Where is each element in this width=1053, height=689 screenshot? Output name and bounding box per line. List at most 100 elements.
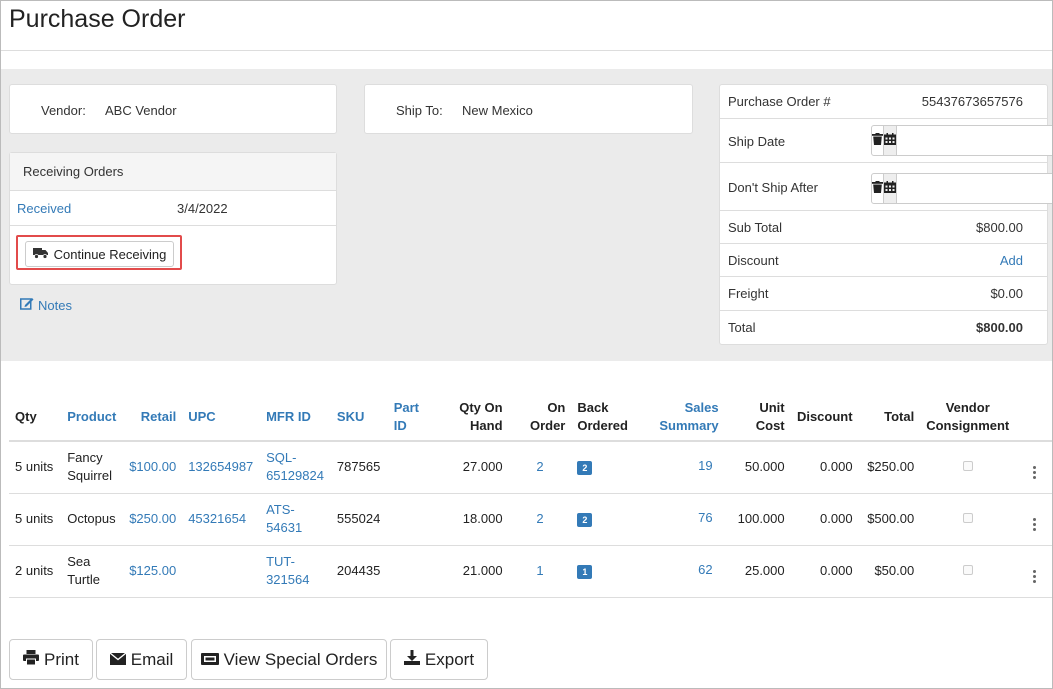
col-qty-on-hand: Qty On Hand bbox=[425, 393, 509, 442]
view-special-orders-label: View Special Orders bbox=[223, 649, 378, 669]
po-number-label: Purchase Order # bbox=[728, 94, 831, 109]
dont-ship-after-group bbox=[871, 173, 1052, 204]
cell-sku: 555024 bbox=[330, 493, 388, 546]
po-number-value: 55437673657576 bbox=[921, 94, 1023, 109]
received-link[interactable]: Received bbox=[17, 201, 71, 216]
col-retail[interactable]: Retail bbox=[122, 393, 183, 442]
cell-on-order[interactable]: 2 bbox=[508, 441, 572, 494]
subtotal-row: Sub Total $800.00 bbox=[720, 211, 1047, 244]
cell-mfr-id[interactable]: SQL-65129824 bbox=[260, 441, 331, 494]
export-button[interactable]: Export bbox=[390, 639, 488, 680]
col-product[interactable]: Product bbox=[61, 393, 123, 442]
notes-link[interactable]: Notes bbox=[20, 297, 72, 313]
cell-retail[interactable]: $250.00 bbox=[122, 493, 183, 546]
cell-sales-summary[interactable]: 19 bbox=[652, 441, 725, 494]
envelope-icon bbox=[109, 650, 127, 670]
cell-total: $500.00 bbox=[858, 493, 921, 546]
cell-total: $50.00 bbox=[858, 545, 921, 598]
cell-back-ordered: 2 bbox=[571, 441, 653, 494]
view-special-orders-button[interactable]: View Special Orders bbox=[191, 639, 387, 680]
cell-unit-cost: 25.000 bbox=[724, 545, 791, 598]
cell-retail[interactable]: $125.00 bbox=[122, 545, 183, 598]
ship-date-row: Ship Date bbox=[720, 119, 1052, 163]
cell-sales-summary[interactable]: 62 bbox=[652, 545, 725, 598]
received-date: 3/4/2022 bbox=[177, 201, 228, 216]
cell-on-order[interactable]: 1 bbox=[508, 545, 572, 598]
cell-qty-on-hand: 18.000 bbox=[425, 493, 509, 546]
cell-product: Sea Turtle bbox=[61, 545, 123, 598]
col-upc[interactable]: UPC bbox=[182, 393, 261, 442]
edit-icon bbox=[20, 297, 34, 313]
cell-unit-cost: 50.000 bbox=[724, 441, 791, 494]
cell-product: Octopus bbox=[61, 493, 123, 546]
col-unit-cost: Unit Cost bbox=[724, 393, 791, 442]
more-options-icon[interactable] bbox=[1033, 569, 1037, 583]
receiving-orders-panel: Receiving Orders Received 3/4/2022 Conti… bbox=[9, 152, 337, 285]
ship-date-input[interactable] bbox=[897, 125, 1052, 156]
receiving-orders-heading: Receiving Orders bbox=[23, 164, 124, 179]
email-label: Email bbox=[130, 649, 174, 669]
cell-upc[interactable]: 45321654 bbox=[182, 493, 261, 546]
cell-qty: 5 units bbox=[9, 441, 62, 494]
vendor-consignment-checkbox[interactable] bbox=[962, 565, 973, 575]
cell-upc[interactable] bbox=[182, 545, 261, 598]
cell-discount: 0.000 bbox=[790, 441, 859, 494]
cell-vendor-consignment bbox=[920, 493, 1016, 546]
trash-icon bbox=[872, 133, 883, 148]
dont-ship-after-input[interactable] bbox=[897, 173, 1052, 204]
dont-ship-after-clear-button[interactable] bbox=[871, 173, 884, 204]
ship-date-clear-button[interactable] bbox=[871, 125, 884, 156]
col-vendor-consignment: Vendor Consignment bbox=[920, 393, 1016, 442]
more-options-icon[interactable] bbox=[1033, 517, 1037, 531]
cell-mfr-id[interactable]: ATS-54631 bbox=[260, 493, 331, 546]
print-icon bbox=[23, 649, 40, 670]
col-sales-summary[interactable]: Sales Summary bbox=[652, 393, 725, 442]
cell-part-id bbox=[387, 493, 426, 546]
print-button[interactable]: Print bbox=[9, 639, 93, 680]
cell-back-ordered: 1 bbox=[571, 545, 653, 598]
vendor-consignment-checkbox[interactable] bbox=[962, 461, 973, 472]
dont-ship-after-row: Don't Ship After bbox=[720, 163, 1052, 211]
receiving-row-divider bbox=[10, 225, 336, 226]
table-row: 5 units Fancy Squirrel $100.00 132654987… bbox=[9, 441, 1052, 494]
page-title: Purchase Order bbox=[9, 5, 186, 33]
cell-discount: 0.000 bbox=[790, 493, 859, 546]
discount-label: Discount bbox=[728, 253, 779, 268]
subtotal-label: Sub Total bbox=[728, 220, 782, 235]
cell-actions bbox=[1015, 545, 1052, 598]
cell-sales-summary[interactable]: 76 bbox=[652, 493, 725, 546]
cell-on-order[interactable]: 2 bbox=[508, 493, 572, 546]
discount-add-link[interactable]: Add bbox=[1000, 253, 1023, 268]
trash-icon bbox=[872, 181, 883, 196]
cell-part-id bbox=[387, 545, 426, 598]
title-divider bbox=[1, 50, 1052, 51]
export-label: Export bbox=[424, 649, 475, 669]
ship-date-calendar-button[interactable] bbox=[884, 125, 897, 156]
cell-upc[interactable]: 132654987 bbox=[182, 441, 261, 494]
vendor-consignment-checkbox[interactable] bbox=[962, 513, 973, 523]
freight-row: Freight $0.00 bbox=[720, 277, 1047, 311]
more-options-icon[interactable] bbox=[1033, 465, 1037, 479]
cell-retail[interactable]: $100.00 bbox=[122, 441, 183, 494]
cell-part-id bbox=[387, 441, 426, 494]
back-ordered-badge[interactable]: 1 bbox=[577, 565, 593, 579]
cell-mfr-id[interactable]: TUT-321564 bbox=[260, 545, 331, 598]
email-button[interactable]: Email bbox=[96, 639, 187, 680]
dont-ship-after-calendar-button[interactable] bbox=[884, 173, 897, 204]
dont-ship-after-label: Don't Ship After bbox=[728, 180, 818, 195]
col-total: Total bbox=[858, 393, 921, 442]
cell-back-ordered: 2 bbox=[571, 493, 653, 546]
total-label: Total bbox=[728, 320, 756, 335]
total-value: $800.00 bbox=[976, 320, 1023, 335]
col-sku[interactable]: SKU bbox=[330, 393, 388, 442]
continue-receiving-button[interactable]: Continue Receiving bbox=[25, 241, 174, 267]
cell-total: $250.00 bbox=[858, 441, 921, 494]
back-ordered-badge[interactable]: 2 bbox=[577, 461, 593, 476]
back-ordered-badge[interactable]: 2 bbox=[577, 513, 593, 527]
cell-qty: 5 units bbox=[9, 493, 62, 546]
cell-qty: 2 units bbox=[9, 545, 62, 598]
cell-vendor-consignment bbox=[920, 545, 1016, 598]
col-mfr-id[interactable]: MFR ID bbox=[260, 393, 331, 442]
ship-to-panel: Ship To: New Mexico bbox=[364, 84, 693, 134]
col-part-id[interactable]: Part ID bbox=[387, 393, 426, 442]
